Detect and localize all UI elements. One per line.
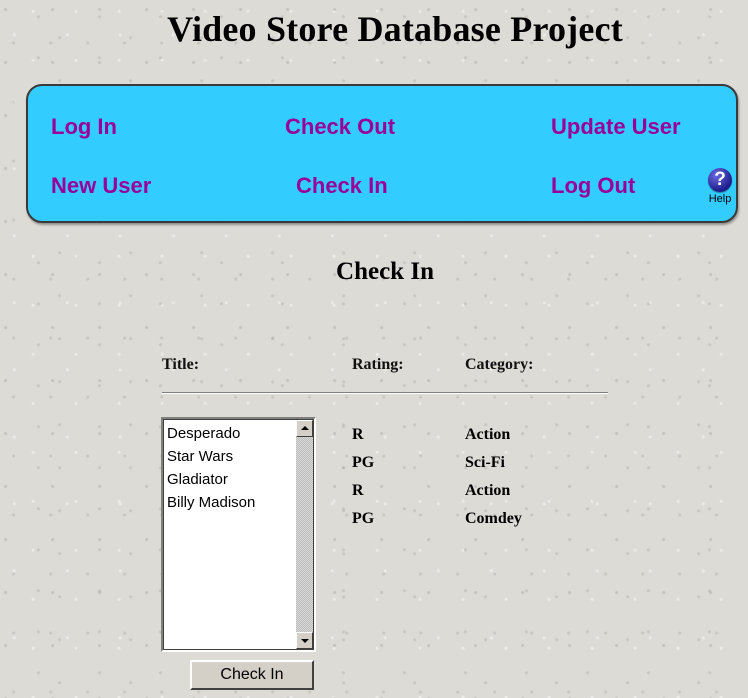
category-cell: Sci-Fi xyxy=(465,454,505,471)
check-in-button[interactable]: Check In xyxy=(190,660,314,690)
category-cell: Action xyxy=(465,482,511,499)
update-user-link[interactable]: Update User xyxy=(551,114,681,140)
log-out-link[interactable]: Log Out xyxy=(551,173,635,199)
new-user-link[interactable]: New User xyxy=(51,173,151,199)
category-cell: Comdey xyxy=(465,510,522,527)
title-column-header: Title: xyxy=(162,356,200,373)
list-item-star-wars[interactable]: Star Wars xyxy=(165,445,290,468)
category-column: Action Sci-Fi Action Comdey xyxy=(465,421,522,533)
rating-cell: R xyxy=(352,482,364,499)
help-icon[interactable]: ? xyxy=(708,168,732,192)
scroll-down-button[interactable] xyxy=(296,632,313,649)
triangle-up-icon xyxy=(301,426,309,430)
header-divider xyxy=(162,392,608,394)
help-label[interactable]: Help xyxy=(700,193,740,205)
movie-title-list[interactable]: Desperado Star Wars Gladiator Billy Madi… xyxy=(165,422,290,514)
rating-cell: PG xyxy=(352,510,375,527)
listbox-scrollbar[interactable] xyxy=(296,420,313,649)
check-out-link[interactable]: Check Out xyxy=(285,114,395,140)
help-button[interactable]: ? Help xyxy=(700,168,740,205)
page-title: Video Store Database Project xyxy=(167,9,623,49)
check-in-link[interactable]: Check In xyxy=(296,173,388,199)
rating-cell: PG xyxy=(352,454,375,471)
triangle-down-icon xyxy=(301,639,309,643)
list-item-gladiator[interactable]: Gladiator xyxy=(165,468,290,491)
rating-column: R PG R PG xyxy=(352,421,374,533)
movie-title-listbox[interactable]: Desperado Star Wars Gladiator Billy Madi… xyxy=(161,417,316,652)
category-column-header: Category: xyxy=(465,356,534,373)
log-in-link[interactable]: Log In xyxy=(51,114,117,140)
category-cell: Action xyxy=(465,426,511,443)
rating-column-header: Rating: xyxy=(352,356,404,373)
rating-cell: R xyxy=(352,426,364,443)
list-item-billy-madison[interactable]: Billy Madison xyxy=(165,491,290,514)
list-item-desperado[interactable]: Desperado xyxy=(165,422,290,445)
section-title: Check In xyxy=(336,258,434,285)
nav-panel: Log In Check Out Update User New User Ch… xyxy=(26,84,738,223)
scroll-up-button[interactable] xyxy=(296,420,313,437)
